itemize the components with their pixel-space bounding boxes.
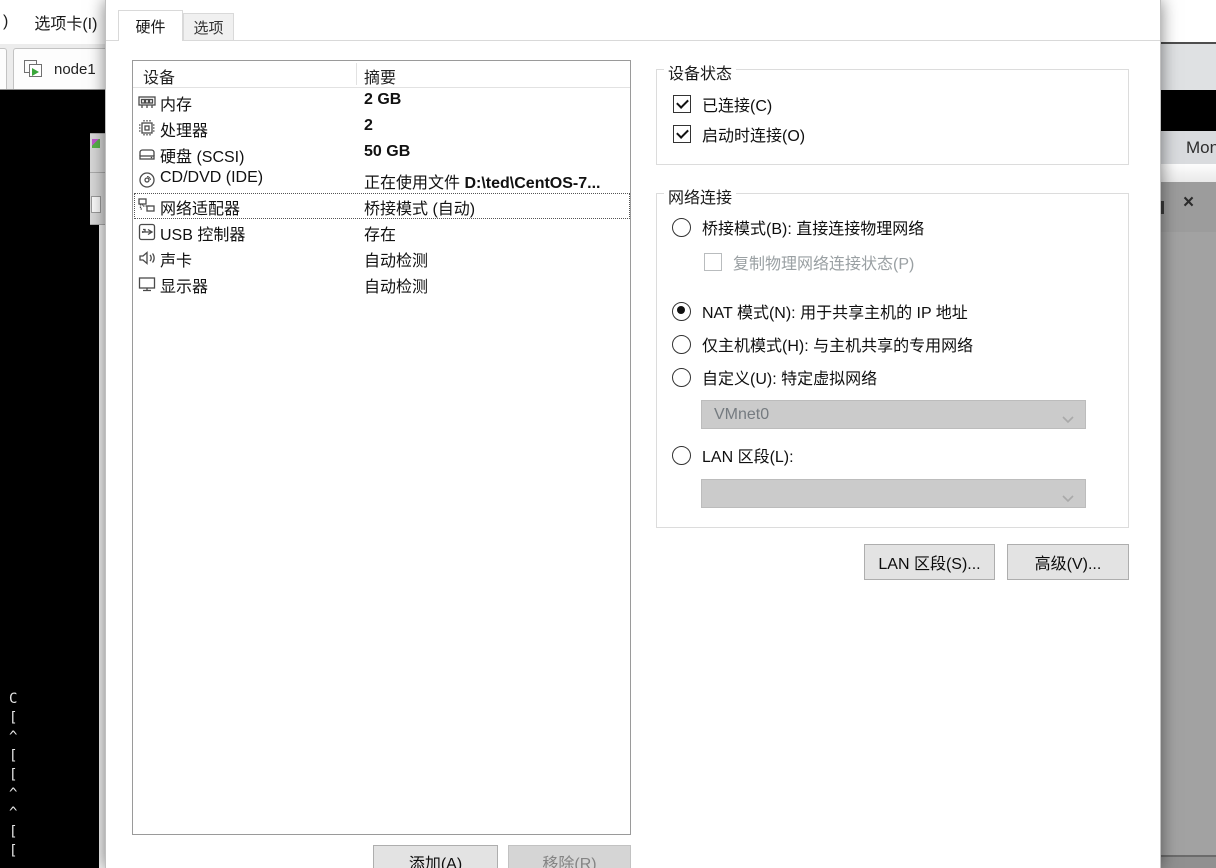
checkbox-checked-icon[interactable]: [673, 125, 691, 143]
column-divider: [356, 63, 357, 85]
tab-hardware[interactable]: 硬件: [118, 10, 183, 41]
device-row-usb-controller[interactable]: USB 控制器 存在: [134, 219, 630, 245]
cd-dvd-icon: [138, 171, 156, 189]
custom-radio[interactable]: 自定义(U): 特定虚拟网络: [672, 365, 877, 389]
vm-tab-partial[interactable]: [0, 48, 7, 90]
radio-icon[interactable]: [672, 335, 691, 354]
menu-bar-right: [1161, 0, 1216, 42]
vm-icon: [24, 60, 46, 80]
network-connection-groupbox: [656, 193, 1129, 528]
guest-mini-button: [91, 196, 101, 213]
lan-segment-select[interactable]: [701, 479, 1086, 508]
guest-light-band: [1161, 164, 1216, 182]
device-row-sound-card[interactable]: 声卡 自动检测: [134, 245, 630, 271]
vm-console-right: Mon ×: [1161, 0, 1216, 868]
lan-segments-button[interactable]: LAN 区段(S)...: [864, 544, 995, 580]
guest-titlebar-tick: [1161, 201, 1164, 214]
advanced-button[interactable]: 高级(V)...: [1007, 544, 1129, 580]
device-list: 设备 摘要 内存 2 GB 处理器 2 硬盘 (SCSI) 50 GB: [132, 60, 631, 835]
console-black-band: [1161, 90, 1216, 131]
bridged-radio[interactable]: 桥接模式(B): 直接连接物理网络: [672, 215, 924, 239]
device-row-cd-dvd[interactable]: CD/DVD (IDE) 正在使用文件 D:\ted\CentOS-7...: [134, 167, 630, 193]
device-row-network-adapter[interactable]: 网络适配器 桥接模式 (自动): [134, 193, 630, 219]
guest-panel-strip: [90, 133, 105, 225]
vm-tab-strip: node1: [0, 44, 105, 90]
device-row-display[interactable]: 显示器 自动检测: [134, 271, 630, 297]
device-column-header[interactable]: 设备: [143, 64, 175, 88]
network-adapter-icon: [138, 197, 156, 215]
radio-icon[interactable]: [672, 218, 691, 237]
network-connection-legend: 网络连接: [664, 184, 736, 208]
guest-window-body: [1161, 232, 1216, 855]
radio-selected-icon[interactable]: [672, 302, 691, 321]
device-list-header: 设备 摘要: [133, 61, 630, 88]
host-only-radio[interactable]: 仅主机模式(H): 与主机共享的专用网络: [672, 332, 973, 356]
custom-network-select[interactable]: VMnet0: [701, 400, 1086, 429]
vm-settings-dialog: 硬件 选项 设备 摘要 内存 2 GB 处理器 2 硬盘 (SCSI): [105, 0, 1161, 868]
sound-card-icon: [138, 249, 156, 267]
nat-radio[interactable]: NAT 模式(N): 用于共享主机的 IP 地址: [672, 299, 968, 323]
menu-bar: ) 选项卡(I): [0, 0, 105, 44]
guest-close-icon[interactable]: ×: [1183, 192, 1194, 214]
device-row-hard-disk[interactable]: 硬盘 (SCSI) 50 GB: [134, 141, 630, 167]
chevron-down-icon: [1061, 490, 1075, 508]
memory-icon: [138, 93, 156, 111]
display-icon: [138, 275, 156, 293]
checkbox-checked-icon[interactable]: [673, 95, 691, 113]
connect-at-power-on-checkbox[interactable]: 启动时连接(O): [673, 122, 805, 146]
radio-icon[interactable]: [672, 446, 691, 465]
guest-window-footer: [1161, 857, 1216, 868]
summary-column-header[interactable]: 摘要: [364, 64, 396, 88]
console-text: C [ ^ [ [ ^ ^ [ [: [9, 690, 25, 861]
hard-disk-icon: [138, 145, 156, 163]
usb-controller-icon: [138, 223, 156, 241]
guest-menubar: Mon: [1161, 131, 1216, 164]
menu-item-tabs[interactable]: 选项卡(I): [34, 10, 97, 34]
device-row-memory[interactable]: 内存 2 GB: [134, 89, 630, 115]
connected-checkbox[interactable]: 已连接(C): [673, 92, 772, 116]
device-status-legend: 设备状态: [664, 60, 736, 84]
vm-tab-strip-right: [1161, 44, 1216, 90]
tab-pane-border: [106, 40, 1161, 41]
remove-button[interactable]: 移除(R): [508, 845, 631, 868]
vm-tab-label: node1: [54, 61, 96, 78]
processor-icon: [138, 119, 156, 137]
replicate-state-checkbox[interactable]: 复制物理网络连接状态(P): [704, 250, 914, 274]
menu-item-partial[interactable]: ): [3, 13, 8, 31]
vm-tab-node1[interactable]: node1: [13, 48, 105, 90]
guest-menubar-text: Mon: [1186, 138, 1216, 158]
device-row-processor[interactable]: 处理器 2: [134, 115, 630, 141]
radio-icon[interactable]: [672, 368, 691, 387]
guest-titlebar: ×: [1161, 182, 1216, 232]
tab-options[interactable]: 选项: [183, 13, 234, 40]
add-button[interactable]: 添加(A): [373, 845, 498, 868]
vm-console: C [ ^ [ [ ^ ^ [ [: [0, 90, 105, 868]
checkbox-icon[interactable]: [704, 253, 722, 271]
chevron-down-icon: [1061, 411, 1075, 429]
guest-mini-icon: [92, 139, 100, 148]
lan-segment-radio[interactable]: LAN 区段(L):: [672, 443, 794, 467]
